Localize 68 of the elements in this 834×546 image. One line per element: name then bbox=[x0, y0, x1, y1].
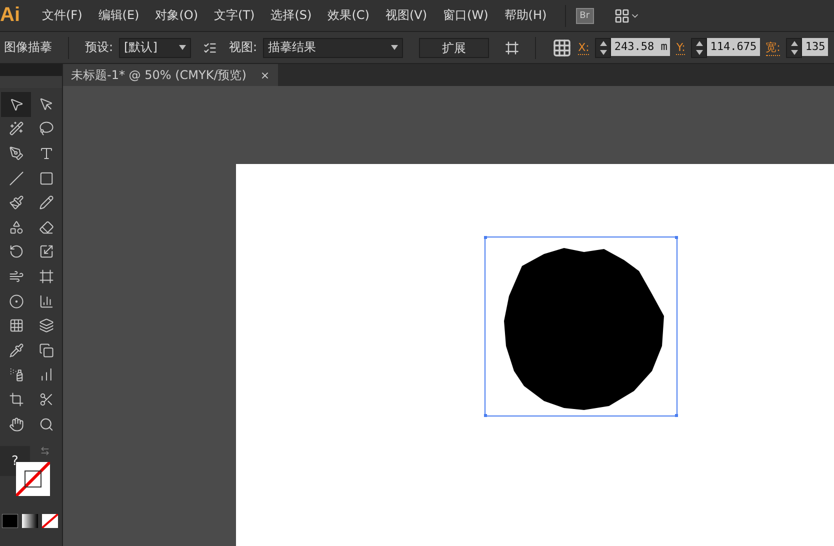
up-arrow-icon bbox=[696, 40, 703, 46]
mesh-icon bbox=[8, 318, 24, 334]
coordinate-field[interactable]: 114.675 bbox=[707, 38, 760, 56]
panel-grip[interactable] bbox=[0, 76, 62, 88]
view-dropdown[interactable]: 描摹结果 bbox=[263, 38, 404, 58]
up-arrow-icon bbox=[790, 40, 798, 46]
view-label: 视图: bbox=[229, 39, 258, 56]
preset-dropdown[interactable]: [默认] bbox=[119, 38, 192, 58]
menu-item[interactable]: 选择(S) bbox=[262, 7, 320, 24]
selection-arrow-icon bbox=[8, 96, 24, 112]
tool-slot[interactable] bbox=[1, 92, 31, 117]
lasso-icon bbox=[38, 121, 54, 136]
stepper[interactable] bbox=[786, 38, 802, 58]
pen-icon bbox=[8, 146, 24, 161]
eyedropper-icon bbox=[8, 342, 24, 358]
list-icon[interactable] bbox=[203, 40, 218, 54]
fill-stroke-swatch[interactable] bbox=[16, 462, 50, 496]
type-icon bbox=[38, 146, 54, 161]
menu-item[interactable]: 窗口(W) bbox=[435, 7, 496, 24]
color-swatch-icon[interactable] bbox=[2, 514, 18, 528]
rectangle-icon bbox=[38, 170, 54, 186]
bar-chart-icon bbox=[38, 367, 54, 382]
workspace-layout-icon[interactable] bbox=[614, 8, 630, 24]
menu-item[interactable]: 帮助(H) bbox=[496, 7, 555, 24]
coordinate-label: X: bbox=[578, 40, 590, 54]
brush-icon bbox=[8, 195, 24, 210]
direct-selection-arrow-icon bbox=[38, 96, 54, 112]
menu-item[interactable]: 文件(F) bbox=[34, 7, 90, 24]
expand-button[interactable]: 扩展 bbox=[419, 38, 490, 58]
stepper[interactable] bbox=[595, 38, 612, 58]
pencil-icon bbox=[38, 195, 54, 210]
reference-point-icon[interactable] bbox=[552, 38, 572, 58]
stepper[interactable] bbox=[691, 38, 708, 58]
coordinate-label: 宽: bbox=[766, 40, 780, 56]
preset-label: 预设: bbox=[85, 39, 114, 56]
down-arrow-icon bbox=[696, 50, 703, 54]
app-logo: Ai bbox=[0, 4, 20, 27]
eraser-icon bbox=[38, 220, 54, 235]
zoom-icon bbox=[38, 416, 54, 432]
rotate-icon bbox=[8, 244, 24, 260]
swap-icon[interactable] bbox=[40, 446, 50, 456]
bridge-button[interactable]: Br bbox=[576, 8, 594, 24]
down-arrow-icon bbox=[179, 45, 186, 50]
menu-item[interactable]: 编辑(E) bbox=[90, 7, 148, 24]
coordinate-field[interactable]: 135 bbox=[802, 38, 828, 56]
menu-item[interactable]: 效果(C) bbox=[320, 7, 378, 24]
panel-title: 图像描摹 bbox=[4, 39, 52, 56]
up-arrow-icon bbox=[600, 40, 607, 46]
close-button[interactable]: × bbox=[260, 68, 270, 82]
magic-wand-icon bbox=[8, 121, 24, 136]
coordinate-field[interactable]: 243.58 m bbox=[611, 38, 670, 56]
scale-icon bbox=[38, 244, 54, 260]
none-swatch-icon[interactable] bbox=[42, 514, 58, 528]
traced-blob-drawing[interactable] bbox=[484, 236, 678, 417]
shaper-icon bbox=[8, 220, 24, 235]
down-arrow-icon bbox=[391, 45, 398, 50]
menu-item[interactable]: 文字(T) bbox=[206, 7, 263, 24]
down-arrow-icon bbox=[600, 50, 607, 54]
graph-icon bbox=[38, 294, 54, 309]
tab-title: 未标题-1* @ 50% (CMYK/预览) bbox=[71, 66, 246, 84]
down-arrow-icon bbox=[790, 50, 798, 54]
coordinate-label: Y: bbox=[676, 40, 686, 54]
hand-icon bbox=[8, 416, 24, 432]
line-icon bbox=[8, 170, 24, 186]
gradient-swatch-icon[interactable] bbox=[22, 514, 38, 528]
menu-item[interactable]: 对象(O) bbox=[147, 7, 206, 24]
document-tab[interactable]: 未标题-1* @ 50% (CMYK/预览) × bbox=[63, 64, 278, 86]
menu-item[interactable]: 视图(V) bbox=[377, 7, 436, 24]
